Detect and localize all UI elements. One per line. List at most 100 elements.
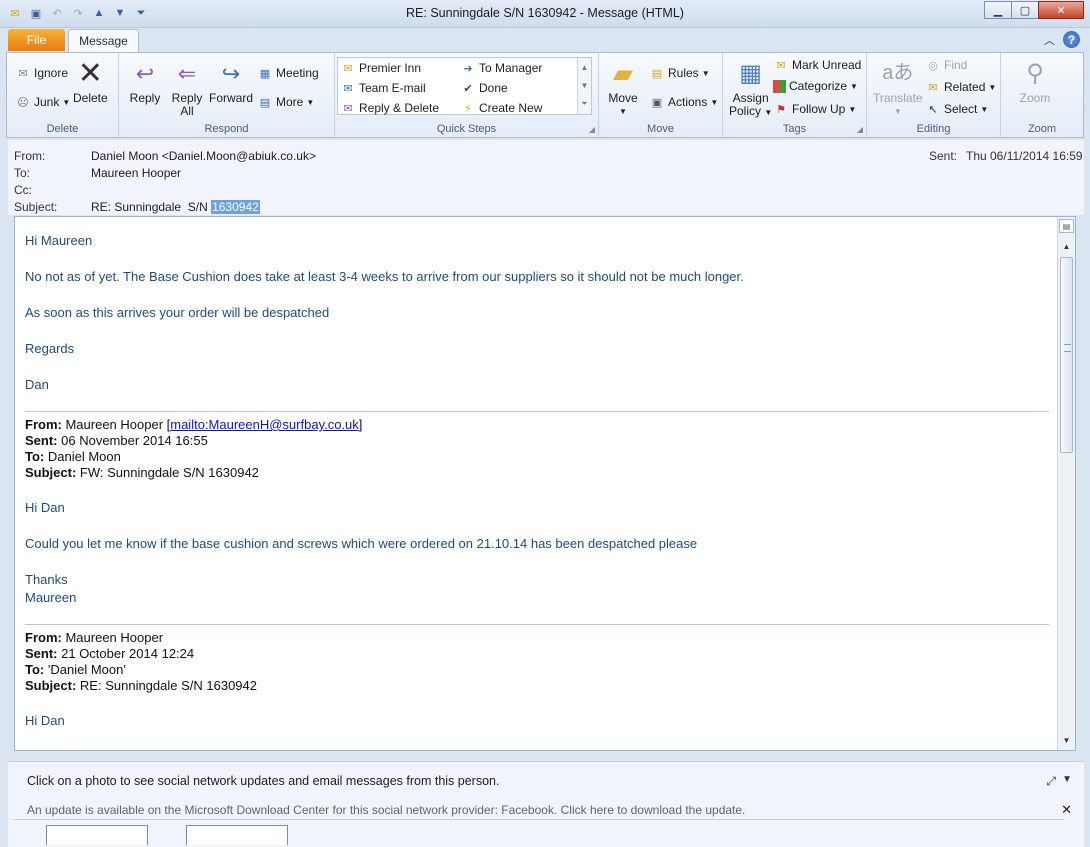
- zoom-button[interactable]: ⚲ Zoom: [1019, 57, 1051, 105]
- more-icon: ▤: [259, 96, 271, 109]
- minimize-ribbon-icon[interactable]: ︿: [1044, 32, 1055, 48]
- related-button[interactable]: ✉ Related ▼: [925, 79, 996, 95]
- actions-button[interactable]: ▣ Actions ▼: [649, 94, 718, 110]
- expand-pane-icon[interactable]: ⤢: [1046, 774, 1056, 789]
- reply-all-button[interactable]: ⇐ Reply All: [171, 57, 203, 118]
- subject-value[interactable]: RE: Sunningdale S/N 1630942: [91, 200, 260, 214]
- person-photo[interactable]: [46, 825, 148, 845]
- body-line-2: As soon as this arrives your order will …: [25, 305, 330, 320]
- junk-button[interactable]: ☹ Junk ▼: [15, 94, 70, 110]
- assign-policy-button[interactable]: ▦ Assign Policy ▼: [729, 57, 772, 119]
- sent-label: Sent:: [929, 149, 958, 163]
- categorize-button[interactable]: Categorize ▼: [773, 79, 858, 93]
- expand-gallery-icon[interactable]: ⏷: [581, 99, 587, 109]
- folder-icon: ▰: [613, 57, 633, 88]
- related-icon: ✉: [928, 81, 938, 94]
- scroll-thumb[interactable]: [1060, 257, 1073, 453]
- respond-group: ↩ Reply ⇐ Reply All ↪ Forward ▦ Meeting …: [119, 53, 335, 137]
- split-view-icon[interactable]: ▤: [1059, 219, 1074, 233]
- quickstep-premier-inn[interactable]: ✉ Premier Inn: [340, 60, 421, 76]
- rules-button[interactable]: ▤ Rules ▼: [649, 65, 710, 81]
- cc-label: Cc:: [14, 183, 32, 197]
- mark-unread-button[interactable]: ✉ Mark Unread: [773, 57, 861, 73]
- quote1-thanks: Thanks: [25, 572, 68, 587]
- from-value[interactable]: Daniel Moon <Daniel.Moon@abiuk.co.uk>: [91, 149, 316, 163]
- chevron-down-icon: ▼: [893, 107, 902, 116]
- lightning-icon: ⚡: [464, 102, 472, 115]
- ribbon: ✉ Ignore ☹ Junk ▼ ✕ Delete Delete ↩ Repl…: [6, 52, 1084, 138]
- chevron-down-icon: ▼: [850, 81, 858, 91]
- maximize-button[interactable]: ▢: [1011, 1, 1039, 19]
- close-notice-icon[interactable]: ✕: [1061, 802, 1072, 818]
- actions-icon: ▣: [651, 96, 663, 109]
- minimize-button[interactable]: ▁: [984, 1, 1012, 19]
- to-manager-icon: ➜: [463, 62, 473, 75]
- reply-icon: ↩: [135, 60, 155, 86]
- quote2-to: To: 'Daniel Moon': [25, 662, 126, 677]
- tab-message[interactable]: Message: [68, 29, 139, 52]
- select-button[interactable]: ↖ Select ▼: [925, 101, 988, 117]
- chevron-down-icon: ▼: [764, 108, 773, 117]
- quick-steps-gallery: ✉ Premier Inn ✉ Team E-mail ✉ Reply & De…: [337, 57, 592, 115]
- chevron-down-icon[interactable]: ▼: [1062, 774, 1072, 785]
- team-email-icon: ✉: [343, 82, 353, 95]
- forward-button[interactable]: ↪ Forward: [209, 57, 253, 105]
- body-greeting: Hi Maureen: [25, 233, 93, 248]
- to-value[interactable]: Maureen Hooper: [91, 166, 181, 180]
- person-photo[interactable]: [186, 825, 288, 845]
- scroll-down-arrow[interactable]: ▼: [1059, 733, 1074, 748]
- follow-up-button[interactable]: ⚑ Follow Up ▼: [773, 101, 856, 117]
- zoom-group: ⚲ Zoom Zoom: [1001, 53, 1083, 137]
- tab-file[interactable]: File: [8, 29, 65, 51]
- ignore-button[interactable]: ✉ Ignore: [15, 65, 68, 81]
- calendar-icon: ▦: [259, 67, 271, 80]
- reply-button[interactable]: ↩ Reply: [129, 57, 161, 105]
- quickstep-reply-delete[interactable]: ✉ Reply & Delete: [340, 100, 439, 116]
- chevron-up-icon[interactable]: ▲: [581, 63, 589, 72]
- help-icon[interactable]: ?: [1063, 31, 1080, 48]
- quickstep-team-email[interactable]: ✉ Team E-mail: [340, 80, 425, 96]
- mailto-link[interactable]: mailto:MaureenH@surfbay.co.uk: [170, 417, 359, 432]
- editing-group: aあ Translate ▼ ◎ Find ✉ Related ▼ ↖ Sele…: [867, 53, 1001, 137]
- chevron-down-icon: ▼: [619, 107, 627, 116]
- subject-selected-text: 1630942: [211, 200, 260, 214]
- title-bar: ✉ ▣ ↶ ↷ ▲ ▼ ⏷ RE: Sunningdale S/N 163094…: [0, 0, 1090, 28]
- delete-group: ✉ Ignore ☹ Junk ▼ ✕ Delete Delete: [7, 53, 119, 137]
- chevron-down-icon: ▼: [848, 104, 857, 114]
- move-group: ▰ Move ▼ ▤ Rules ▼ ▣ Actions ▼ Move: [599, 53, 723, 137]
- cursor-icon: ↖: [928, 103, 938, 116]
- from-label: From:: [14, 149, 46, 163]
- body-line-1: No not as of yet. The Base Cushion does …: [25, 269, 744, 284]
- find-button[interactable]: ◎ Find: [925, 57, 967, 73]
- update-notice[interactable]: An update is available on the Microsoft …: [27, 803, 745, 817]
- more-respond-button[interactable]: ▤ More ▼: [257, 94, 314, 110]
- delete-button[interactable]: ✕ Delete: [73, 57, 108, 105]
- quick-steps-group: ✉ Premier Inn ✉ Team E-mail ✉ Reply & De…: [335, 53, 599, 137]
- quick-steps-scroll[interactable]: ▲ ▼ ⏷: [577, 58, 591, 114]
- quote-separator: [25, 411, 1049, 412]
- chevron-down-icon[interactable]: ▼: [581, 81, 589, 90]
- quickstep-to-manager[interactable]: ➜ To Manager: [460, 60, 542, 76]
- dialog-launcher-icon[interactable]: ◢: [589, 125, 595, 134]
- chevron-down-icon: ▼: [710, 97, 719, 107]
- vertical-scrollbar[interactable]: ▤ ▲ ▼: [1057, 217, 1075, 750]
- people-pane-text: Click on a photo to see social network u…: [27, 774, 500, 788]
- scroll-up-arrow[interactable]: ▲: [1059, 239, 1074, 254]
- chevron-down-icon: ▼: [306, 97, 315, 107]
- translate-button[interactable]: aあ Translate ▼: [873, 57, 923, 118]
- chevron-down-icon: ▼: [980, 104, 989, 114]
- binoculars-icon: ◎: [928, 59, 938, 72]
- dialog-launcher-icon[interactable]: ◢: [857, 125, 863, 134]
- message-body[interactable]: Hi Maureen No not as of yet. The Base Cu…: [14, 216, 1076, 751]
- quickstep-create-new[interactable]: ⚡ Create New: [460, 100, 542, 116]
- translate-icon: aあ: [882, 61, 914, 84]
- people-pane: Click on a photo to see social network u…: [8, 761, 1084, 847]
- ignore-icon: ✉: [18, 67, 28, 80]
- quote1-from: From: Maureen Hooper [mailto:MaureenH@su…: [25, 417, 363, 432]
- quickstep-done[interactable]: ✔ Done: [460, 80, 507, 96]
- policy-icon: ▦: [739, 59, 762, 87]
- close-button[interactable]: ✕: [1038, 1, 1084, 19]
- quote1-line-1: Could you let me know if the base cushio…: [25, 536, 698, 551]
- meeting-button[interactable]: ▦ Meeting: [257, 65, 319, 81]
- move-button[interactable]: ▰ Move ▼: [607, 57, 639, 118]
